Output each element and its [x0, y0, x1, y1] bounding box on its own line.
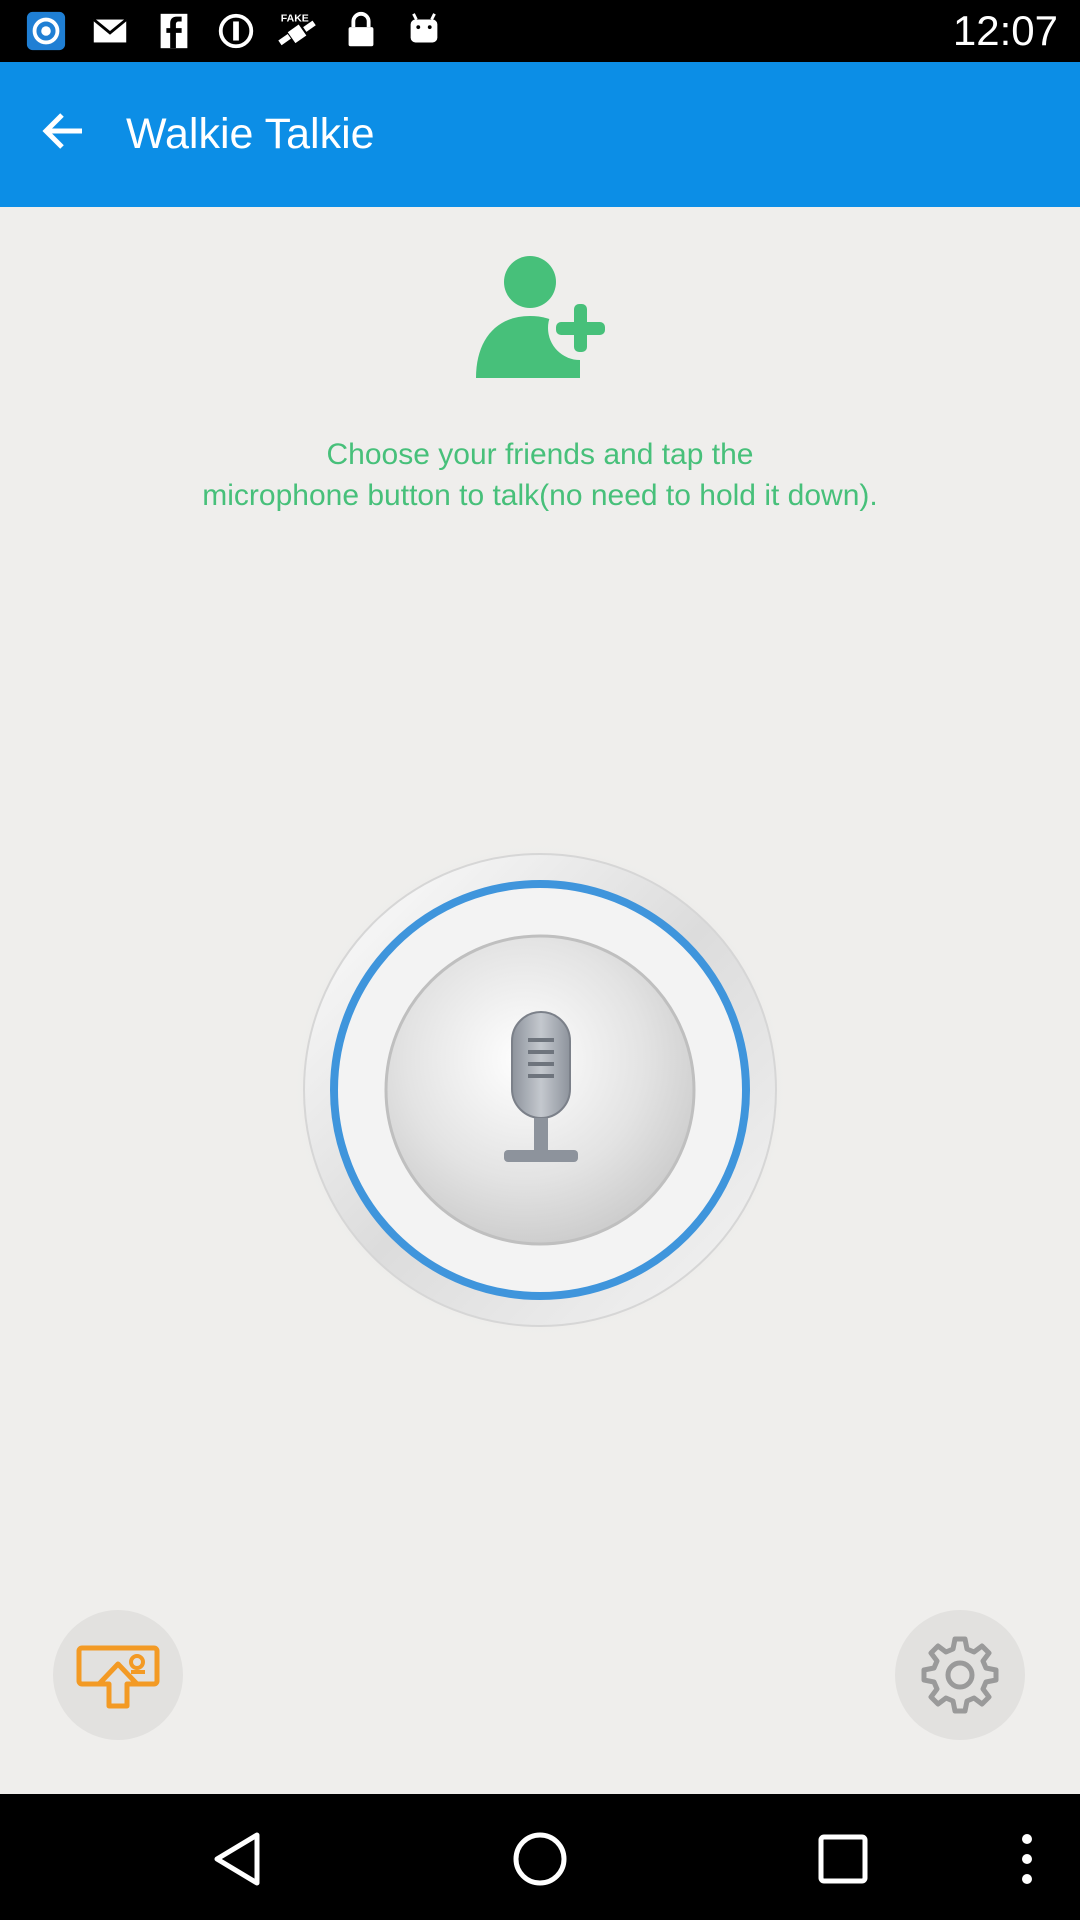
nav-back-button[interactable]	[192, 1814, 282, 1904]
page-title: Walkie Talkie	[126, 110, 375, 158]
add-friend-button[interactable]	[470, 252, 612, 382]
status-bar: FAKE 12:07	[0, 0, 1080, 62]
facebook-icon	[160, 13, 188, 49]
overflow-menu-icon	[1022, 1834, 1032, 1884]
add-person-icon	[476, 256, 612, 378]
microphone-button[interactable]	[290, 840, 790, 1340]
upload-icon	[76, 1645, 160, 1709]
instructions-line-1: Choose your friends and tap the	[326, 438, 754, 471]
upload-button[interactable]	[53, 1610, 183, 1740]
instructions-text: Choose your friends and tap the micropho…	[40, 434, 1040, 516]
recents-square-icon	[818, 1834, 868, 1884]
blocked-icon	[218, 13, 254, 49]
system-navigation-bar	[0, 1794, 1080, 1920]
microphone-button-graphic	[290, 840, 790, 1340]
svg-text:FAKE: FAKE	[281, 12, 309, 24]
nav-overflow-button[interactable]	[982, 1814, 1072, 1904]
android-icon	[410, 13, 438, 43]
nav-home-button[interactable]	[495, 1814, 585, 1904]
chat-app-icon	[26, 11, 66, 51]
instructions-line-2: microphone button to talk(no need to hol…	[202, 479, 878, 512]
home-circle-icon	[513, 1832, 567, 1886]
settings-gear-icon	[921, 1636, 999, 1714]
status-clock: 12:07	[952, 7, 1058, 54]
back-triangle-icon	[214, 1832, 260, 1886]
settings-button[interactable]	[895, 1610, 1025, 1740]
fake-gps-icon: FAKE	[278, 12, 316, 46]
lock-icon	[348, 11, 374, 47]
arrow-back-icon	[42, 113, 82, 149]
back-button[interactable]	[22, 90, 104, 172]
app-bar: Walkie Talkie	[0, 62, 1080, 207]
email-icon	[92, 18, 128, 43]
nav-recents-button[interactable]	[798, 1814, 888, 1904]
